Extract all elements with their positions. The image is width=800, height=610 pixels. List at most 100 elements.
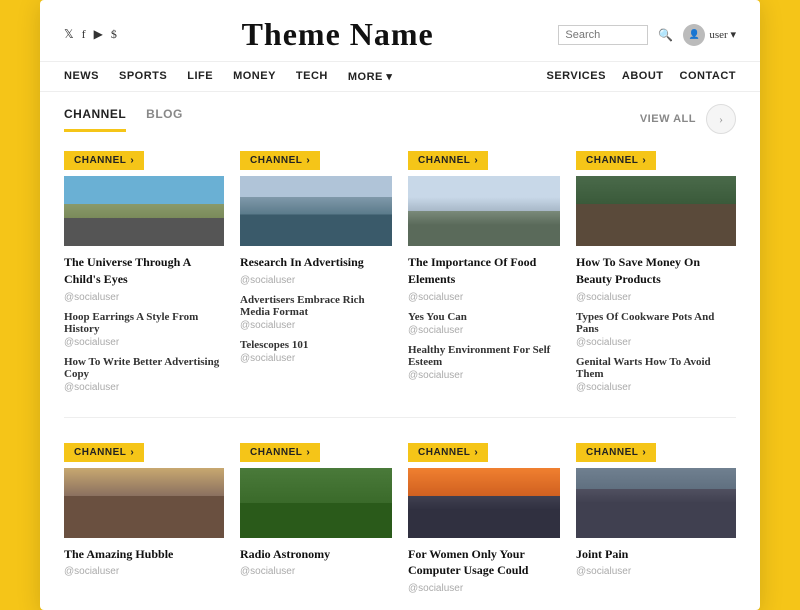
rss-icon[interactable]: $: [111, 27, 117, 42]
article-title-1[interactable]: The Universe Through A Child's Eyes: [64, 254, 224, 288]
article-image-8: [576, 468, 736, 538]
circle-nav-button[interactable]: ›: [706, 104, 736, 134]
article-image-5: [64, 468, 224, 538]
article-sub-3b[interactable]: Healthy Environment For Self Esteem: [408, 344, 560, 368]
user-menu[interactable]: 👤 user ▾: [683, 24, 736, 46]
nav-money[interactable]: MONEY: [233, 70, 276, 83]
channel-col-7: CHANNEL › For Women Only Your Computer U…: [400, 442, 568, 603]
channels-row-1: CHANNEL › The Universe Through A Child's…: [40, 134, 760, 409]
nav-tech[interactable]: TECH: [296, 70, 328, 83]
channels-row-2: CHANNEL › The Amazing Hubble @socialuser…: [40, 426, 760, 610]
nav-life[interactable]: LIFE: [187, 70, 213, 83]
channel-col-8: CHANNEL › Joint Pain @socialuser: [568, 442, 736, 603]
article-sub-1b[interactable]: How To Write Better Advertising Copy: [64, 356, 224, 380]
channel-badge-label-6: CHANNEL: [250, 447, 302, 458]
article-sub-2b[interactable]: Telescopes 101: [240, 339, 392, 351]
article-sub-1a[interactable]: Hoop Earrings A Style From History: [64, 311, 224, 335]
article-sub-author-4b: @socialuser: [576, 382, 736, 393]
header-right: 🔍 👤 user ▾: [558, 24, 736, 46]
search-button[interactable]: 🔍: [658, 28, 673, 42]
channel-badge-5[interactable]: CHANNEL ›: [64, 443, 144, 462]
social-icons: 𝕏 f ▶ $: [64, 27, 117, 42]
tab-channel[interactable]: CHANNEL: [64, 107, 126, 132]
channel-badge-label-5: CHANNEL: [74, 447, 126, 458]
twitter-icon[interactable]: 𝕏: [64, 27, 74, 42]
user-label: user ▾: [709, 28, 736, 41]
youtube-icon[interactable]: ▶: [94, 27, 103, 42]
article-author-6: @socialuser: [240, 566, 392, 577]
tab-blog[interactable]: BLOG: [146, 107, 183, 132]
channel-badge-label-7: CHANNEL: [418, 447, 470, 458]
channel-badge-arrow-6: ›: [306, 447, 310, 458]
article-title-8[interactable]: Joint Pain: [576, 546, 736, 563]
nav-news[interactable]: NEWS: [64, 70, 99, 83]
channel-badge-arrow: ›: [130, 155, 134, 166]
article-author-5: @socialuser: [64, 566, 224, 577]
browser-window: 𝕏 f ▶ $ Theme Name 🔍 👤 user ▾ NEWS SPORT…: [40, 0, 760, 610]
search-input[interactable]: [558, 25, 648, 45]
channel-badge-3[interactable]: CHANNEL ›: [408, 151, 488, 170]
article-title-6[interactable]: Radio Astronomy: [240, 546, 392, 563]
nav-contact[interactable]: CONTACT: [680, 70, 736, 83]
channel-col-2: CHANNEL › Research In Advertising @socia…: [232, 150, 400, 401]
article-sub-4b[interactable]: Genital Warts How To Avoid Them: [576, 356, 736, 380]
channel-col-5: CHANNEL › The Amazing Hubble @socialuser: [64, 442, 232, 603]
article-sub-author-2b: @socialuser: [240, 353, 392, 364]
channel-badge-8[interactable]: CHANNEL ›: [576, 443, 656, 462]
tabs-bar: CHANNEL BLOG VIEW ALL ›: [40, 92, 760, 134]
divider: [64, 417, 736, 418]
article-image-4: [576, 176, 736, 246]
channel-badge-7[interactable]: CHANNEL ›: [408, 443, 488, 462]
article-sub-author-3b: @socialuser: [408, 370, 560, 381]
channel-badge-label-2: CHANNEL: [250, 155, 302, 166]
main-nav: NEWS SPORTS LIFE MONEY TECH MORE ▾ SERVI…: [40, 62, 760, 92]
article-sub-author-2a: @socialuser: [240, 320, 392, 331]
article-image-7: [408, 468, 560, 538]
facebook-icon[interactable]: f: [82, 27, 86, 42]
nav-services[interactable]: SERVICES: [546, 70, 605, 83]
view-all-link[interactable]: VIEW ALL: [640, 113, 696, 125]
channel-col-1: CHANNEL › The Universe Through A Child's…: [64, 150, 232, 401]
article-sub-2a[interactable]: Advertisers Embrace Rich Media Format: [240, 294, 392, 318]
nav-right: SERVICES ABOUT CONTACT: [546, 70, 736, 83]
article-title-4[interactable]: How To Save Money On Beauty Products: [576, 254, 736, 288]
article-author-3: @socialuser: [408, 292, 560, 303]
article-sub-author-1a: @socialuser: [64, 337, 224, 348]
channel-badge-4[interactable]: CHANNEL ›: [576, 151, 656, 170]
channel-col-6: CHANNEL › Radio Astronomy @socialuser: [232, 442, 400, 603]
channel-badge-6[interactable]: CHANNEL ›: [240, 443, 320, 462]
article-title-2[interactable]: Research In Advertising: [240, 254, 392, 271]
channel-badge-1[interactable]: CHANNEL ›: [64, 151, 144, 170]
article-author-2: @socialuser: [240, 275, 392, 286]
site-header: 𝕏 f ▶ $ Theme Name 🔍 👤 user ▾: [40, 0, 760, 62]
article-image-2: [240, 176, 392, 246]
nav-more[interactable]: MORE ▾: [348, 70, 393, 83]
article-image-3: [408, 176, 560, 246]
nav-about[interactable]: ABOUT: [622, 70, 664, 83]
nav-left: NEWS SPORTS LIFE MONEY TECH MORE ▾: [64, 70, 392, 83]
avatar: 👤: [683, 24, 705, 46]
channel-badge-2[interactable]: CHANNEL ›: [240, 151, 320, 170]
article-title-3[interactable]: The Importance Of Food Elements: [408, 254, 560, 288]
article-image-6: [240, 468, 392, 538]
nav-sports[interactable]: SPORTS: [119, 70, 167, 83]
article-author-7: @socialuser: [408, 583, 560, 594]
article-sub-author-4a: @socialuser: [576, 337, 736, 348]
article-title-7[interactable]: For Women Only Your Computer Usage Could: [408, 546, 560, 580]
view-all-area: VIEW ALL ›: [640, 104, 736, 134]
channel-badge-arrow-4: ›: [642, 155, 646, 166]
article-author-1: @socialuser: [64, 292, 224, 303]
article-sub-author-1b: @socialuser: [64, 382, 224, 393]
article-author-8: @socialuser: [576, 566, 736, 577]
article-title-5[interactable]: The Amazing Hubble: [64, 546, 224, 563]
article-author-4: @socialuser: [576, 292, 736, 303]
channel-col-4: CHANNEL › How To Save Money On Beauty Pr…: [568, 150, 736, 401]
channel-col-3: CHANNEL › The Importance Of Food Element…: [400, 150, 568, 401]
article-image-1: [64, 176, 224, 246]
channel-badge-arrow-5: ›: [130, 447, 134, 458]
article-sub-3a[interactable]: Yes You Can: [408, 311, 560, 323]
article-sub-4a[interactable]: Types Of Cookware Pots And Pans: [576, 311, 736, 335]
channel-badge-arrow-3: ›: [474, 155, 478, 166]
channel-badge-arrow-7: ›: [474, 447, 478, 458]
article-sub-author-3a: @socialuser: [408, 325, 560, 336]
